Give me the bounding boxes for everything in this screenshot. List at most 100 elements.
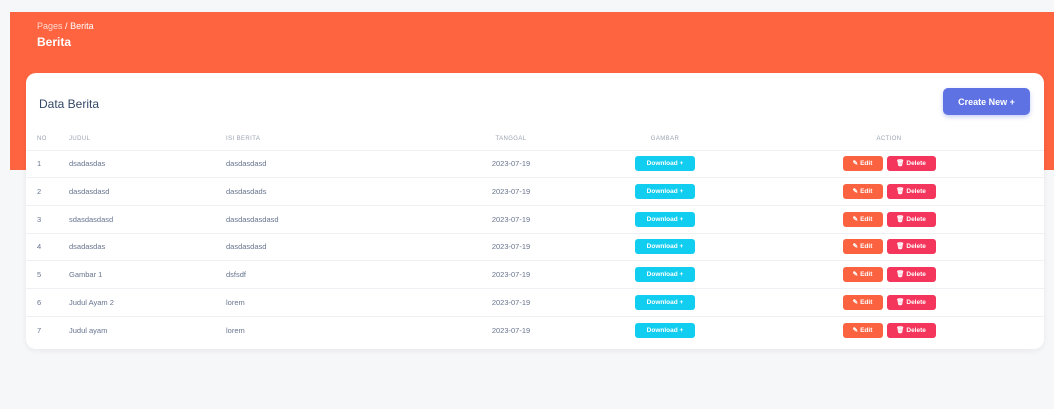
cell-gambar: Download + <box>596 260 734 289</box>
pencil-icon: ✎ <box>852 298 859 306</box>
pencil-icon: ✎ <box>852 215 859 223</box>
header-isi-berita: ISI BERITA <box>226 129 426 151</box>
delete-label: Delete <box>906 298 926 306</box>
delete-label: Delete <box>906 188 926 196</box>
edit-button[interactable]: ✎ Edit <box>842 156 883 172</box>
breadcrumb-parent[interactable]: Pages <box>37 21 63 31</box>
download-button[interactable]: Download + <box>635 267 695 283</box>
breadcrumb-separator: / <box>65 21 68 31</box>
edit-button[interactable]: ✎ Edit <box>842 294 883 310</box>
cell-isi-berita: lorem <box>226 288 426 317</box>
download-button[interactable]: Download + <box>635 239 695 255</box>
berita-table: NO JUDUL ISI BERITA TANGGAL GAMBAR ACTIO… <box>26 129 1044 344</box>
cell-no: 5 <box>26 260 69 289</box>
delete-button[interactable]: 🗑 Delete <box>886 267 936 283</box>
header-no: NO <box>26 129 69 151</box>
edit-button[interactable]: ✎ Edit <box>842 239 883 255</box>
edit-label: Edit <box>860 271 873 279</box>
table-row: 5 Gambar 1 dsfsdf 2023-07-19 Download + … <box>26 260 1044 289</box>
cell-action: ✎ Edit 🗑 Delete <box>734 233 1044 262</box>
cell-gambar: Download + <box>596 233 734 262</box>
edit-label: Edit <box>860 188 873 196</box>
edit-label: Edit <box>860 215 873 223</box>
download-button[interactable]: Download + <box>635 294 695 310</box>
header-judul: JUDUL <box>69 129 226 151</box>
edit-button[interactable]: ✎ Edit <box>842 322 883 338</box>
cell-judul: dasdasdasd <box>69 177 226 206</box>
cell-gambar: Download + <box>596 288 734 317</box>
trash-icon: 🗑 <box>896 326 905 334</box>
header-action: ACTION <box>734 129 1044 151</box>
pencil-icon: ✎ <box>852 326 859 334</box>
delete-button[interactable]: 🗑 Delete <box>886 294 936 310</box>
trash-icon: 🗑 <box>896 160 905 168</box>
edit-button[interactable]: ✎ Edit <box>842 211 883 227</box>
table-row: 3 sdasdasdasd dasdasdasdasd 2023-07-19 D… <box>26 205 1044 234</box>
cell-no: 2 <box>26 177 69 206</box>
cell-action: ✎ Edit 🗑 Delete <box>734 288 1044 317</box>
trash-icon: 🗑 <box>896 243 905 251</box>
download-button[interactable]: Download + <box>635 322 695 338</box>
edit-label: Edit <box>860 160 873 168</box>
cell-tanggal: 2023-07-19 <box>426 205 596 234</box>
header-gambar: GAMBAR <box>596 129 734 151</box>
cell-no: 7 <box>37 325 42 335</box>
trash-icon: 🗑 <box>896 188 905 196</box>
cell-isi-berita: dsfsdf <box>226 260 426 289</box>
delete-label: Delete <box>906 215 926 223</box>
edit-label: Edit <box>860 326 873 334</box>
cell-judul: Judul Ayam 2 <box>69 288 226 317</box>
delete-button[interactable]: 🗑 Delete <box>886 211 936 227</box>
download-button[interactable]: Download + <box>635 184 695 200</box>
cell-isi-berita: dasdasdasdasd <box>226 205 426 234</box>
download-button[interactable]: Download + <box>635 211 695 227</box>
table-row: 4 dsadasdas dasdasdasd 2023-07-19 Downlo… <box>26 233 1044 262</box>
cell-judul: Judul ayam <box>69 325 108 335</box>
table-row: 2 dasdasdasd dasdasdads 2023-07-19 Downl… <box>26 177 1044 206</box>
cell-action: ✎ Edit 🗑 Delete <box>734 150 1044 179</box>
delete-label: Delete <box>906 243 926 251</box>
cell-judul: dsadasdas <box>69 150 226 179</box>
table-row: 1 dsadasdas dasdasdasd 2023-07-19 Downlo… <box>26 150 1044 179</box>
cell-gambar: Download + <box>596 316 734 344</box>
cell-judul: sdasdasdasd <box>69 205 226 234</box>
download-button[interactable]: Download + <box>635 156 695 172</box>
cell-action: ✎ Edit 🗑 Delete <box>734 260 1044 289</box>
delete-button[interactable]: 🗑 Delete <box>886 322 936 338</box>
delete-label: Delete <box>906 160 926 168</box>
table-row: 7 Judul ayam lorem 2023-07-19 Download +… <box>26 316 1044 344</box>
cell-isi-berita: dasdasdasd <box>226 150 426 179</box>
cell-gambar: Download + <box>596 150 734 179</box>
cell-no: 1 <box>26 150 69 179</box>
header-tanggal: TANGGAL <box>426 129 596 151</box>
edit-label: Edit <box>860 298 873 306</box>
cell-no: 4 <box>26 233 69 262</box>
trash-icon: 🗑 <box>896 215 905 223</box>
edit-button[interactable]: ✎ Edit <box>842 184 883 200</box>
cell-action: ✎ Edit 🗑 Delete <box>734 316 1044 344</box>
edit-button[interactable]: ✎ Edit <box>842 267 883 283</box>
cell-isi-berita: dasdasdasd <box>226 233 426 262</box>
data-card: Data Berita Create New + NO JUDUL ISI BE… <box>26 73 1044 349</box>
trash-icon: 🗑 <box>896 271 905 279</box>
table-row: 6 Judul Ayam 2 lorem 2023-07-19 Download… <box>26 288 1044 317</box>
cell-isi-berita: dasdasdads <box>226 177 426 206</box>
edit-label: Edit <box>860 243 873 251</box>
cell-judul: dsadasdas <box>69 233 226 262</box>
cell-action: ✎ Edit 🗑 Delete <box>734 205 1044 234</box>
delete-label: Delete <box>906 326 926 334</box>
breadcrumb-current: Berita <box>70 21 94 31</box>
cell-judul: Gambar 1 <box>69 260 226 289</box>
card-title: Data Berita <box>39 97 100 111</box>
cell-tanggal: 2023-07-19 <box>426 150 596 179</box>
delete-button[interactable]: 🗑 Delete <box>886 156 936 172</box>
pencil-icon: ✎ <box>852 271 859 279</box>
trash-icon: 🗑 <box>896 298 905 306</box>
cell-tanggal: 2023-07-19 <box>426 260 596 289</box>
delete-button[interactable]: 🗑 Delete <box>886 239 936 255</box>
breadcrumb: Pages / Berita <box>37 21 94 31</box>
cell-isi-berita: lorem <box>226 325 245 335</box>
create-new-button[interactable]: Create New + <box>943 88 1030 115</box>
delete-button[interactable]: 🗑 Delete <box>886 184 936 200</box>
pencil-icon: ✎ <box>852 188 859 196</box>
